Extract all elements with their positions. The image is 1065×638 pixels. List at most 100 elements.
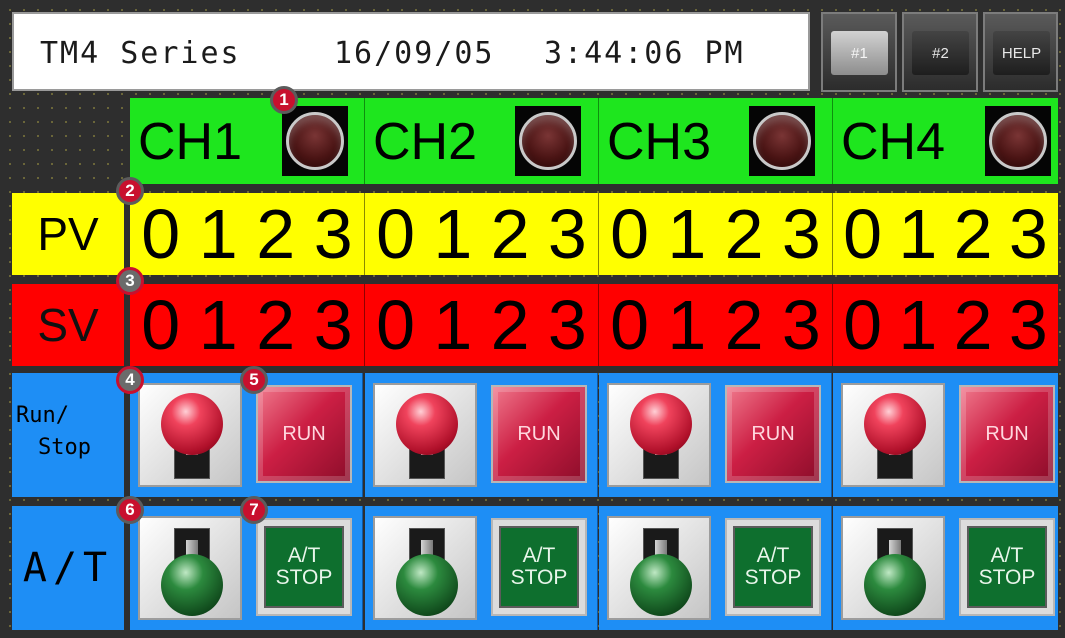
sv-input-ch2[interactable]: 0 1 2 3 [365,284,599,366]
pv-digit: 2 [490,195,530,273]
callout-marker-7: 7 [240,496,268,524]
title-display: TM4 Series 16/09/05 3:44:06 PM [12,12,810,91]
status-lamp-icon [519,112,577,170]
green-knob-icon [161,554,223,616]
status-lamp-frame [282,106,348,176]
run-button-ch3[interactable]: RUN [725,385,821,483]
sv-digit: 0 [610,286,650,364]
run-stop-toggle-ch4[interactable] [841,383,945,487]
pv-digit: 3 [781,195,821,273]
pv-digit: 1 [433,195,473,273]
run-button-ch4[interactable]: RUN [959,385,1055,483]
sv-row-label: SV [12,284,124,366]
at-stop-button-ch2[interactable]: A/T STOP [491,518,587,616]
pv-digit: 1 [667,195,707,273]
channel-header-ch4: CH4 [833,98,1058,184]
red-knob-icon [161,393,223,455]
pv-digit: 2 [724,195,764,273]
channel-label: CH4 [841,113,946,171]
at-row-label: A/T [12,506,124,630]
sv-digit: 3 [313,286,353,364]
callout-marker-2: 2 [116,177,144,205]
at-toggle-ch1[interactable] [138,516,242,620]
pv-digit: 0 [843,195,883,273]
run-button-ch2[interactable]: RUN [491,385,587,483]
at-toggle-ch3[interactable] [607,516,711,620]
sv-digit: 3 [781,286,821,364]
run-stop-cell-ch2: RUN [365,373,598,497]
run-button-ch1[interactable]: RUN [256,385,352,483]
channel-label: CH2 [373,113,478,171]
pv-row-label: PV [12,193,124,275]
callout-marker-5: 5 [240,366,268,394]
help-button[interactable]: HELP [983,12,1058,92]
screen-1-button-label: #1 [831,31,888,75]
sv-digit: 1 [433,286,473,364]
status-lamp-icon [286,112,344,170]
sv-digit: 0 [376,286,416,364]
run-stop-toggle-ch2[interactable] [373,383,477,487]
run-stop-toggle-ch3[interactable] [607,383,711,487]
series-title: TM4 Series [40,36,241,71]
sv-digit: 2 [953,286,993,364]
sv-digit: 3 [1008,286,1048,364]
status-lamp-frame [985,106,1051,176]
channel-header-ch1: CH1 [130,98,365,184]
pv-digit: 2 [953,195,993,273]
at-stop-button-ch1[interactable]: A/T STOP [256,518,352,616]
status-lamp-icon [989,112,1047,170]
pv-display-ch2: 0 1 2 3 [365,193,599,275]
channel-header-ch2: CH2 [365,98,599,184]
status-lamp-frame [515,106,581,176]
sv-input-ch3[interactable]: 0 1 2 3 [599,284,833,366]
pv-digit: 3 [547,195,587,273]
pv-digit: 1 [898,195,938,273]
channel-label: CH3 [607,113,712,171]
sv-digit: 1 [667,286,707,364]
channel-header-ch3: CH3 [599,98,833,184]
sv-digit: 0 [141,286,181,364]
hmi-screen: TM4 Series 16/09/05 3:44:06 PM #1 #2 HEL… [0,0,1065,638]
sv-digit: 0 [843,286,883,364]
pv-digit: 0 [141,195,181,273]
at-toggle-ch4[interactable] [841,516,945,620]
status-lamp-frame [749,106,815,176]
sv-digit: 1 [198,286,238,364]
at-cell-ch1: A/T STOP [130,506,363,630]
red-knob-icon [864,393,926,455]
sv-digit: 2 [490,286,530,364]
sv-digit: 2 [256,286,296,364]
at-toggle-ch2[interactable] [373,516,477,620]
green-knob-icon [396,554,458,616]
pv-digit: 0 [610,195,650,273]
callout-marker-4: 4 [116,366,144,394]
status-lamp-icon [753,112,811,170]
pv-display-ch4: 0 1 2 3 [833,193,1058,275]
screen-1-button[interactable]: #1 [821,12,897,92]
sv-digit: 3 [547,286,587,364]
pv-digit: 3 [313,195,353,273]
sv-input-ch1[interactable]: 0 1 2 3 [130,284,365,366]
help-button-label: HELP [993,31,1050,75]
at-cell-ch3: A/T STOP [599,506,832,630]
pv-digit: 1 [198,195,238,273]
at-stop-button-ch3[interactable]: A/T STOP [725,518,821,616]
pv-display-ch1: 0 1 2 3 [130,193,365,275]
screen-2-button-label: #2 [912,31,969,75]
run-stop-label-line2: Stop [38,435,91,460]
green-knob-icon [630,554,692,616]
pv-digit: 2 [256,195,296,273]
run-stop-cell-ch4: RUN [833,373,1058,497]
pv-display-ch3: 0 1 2 3 [599,193,833,275]
screen-2-button[interactable]: #2 [902,12,978,92]
sv-digit: 1 [898,286,938,364]
sv-digit: 2 [724,286,764,364]
red-knob-icon [630,393,692,455]
at-stop-button-ch4[interactable]: A/T STOP [959,518,1055,616]
red-knob-icon [396,393,458,455]
date-display: 16/09/05 [334,36,495,71]
callout-marker-3: 3 [116,267,144,295]
sv-input-ch4[interactable]: 0 1 2 3 [833,284,1058,366]
run-stop-toggle-ch1[interactable] [138,383,242,487]
run-stop-label-line1: Run/ [16,403,69,428]
